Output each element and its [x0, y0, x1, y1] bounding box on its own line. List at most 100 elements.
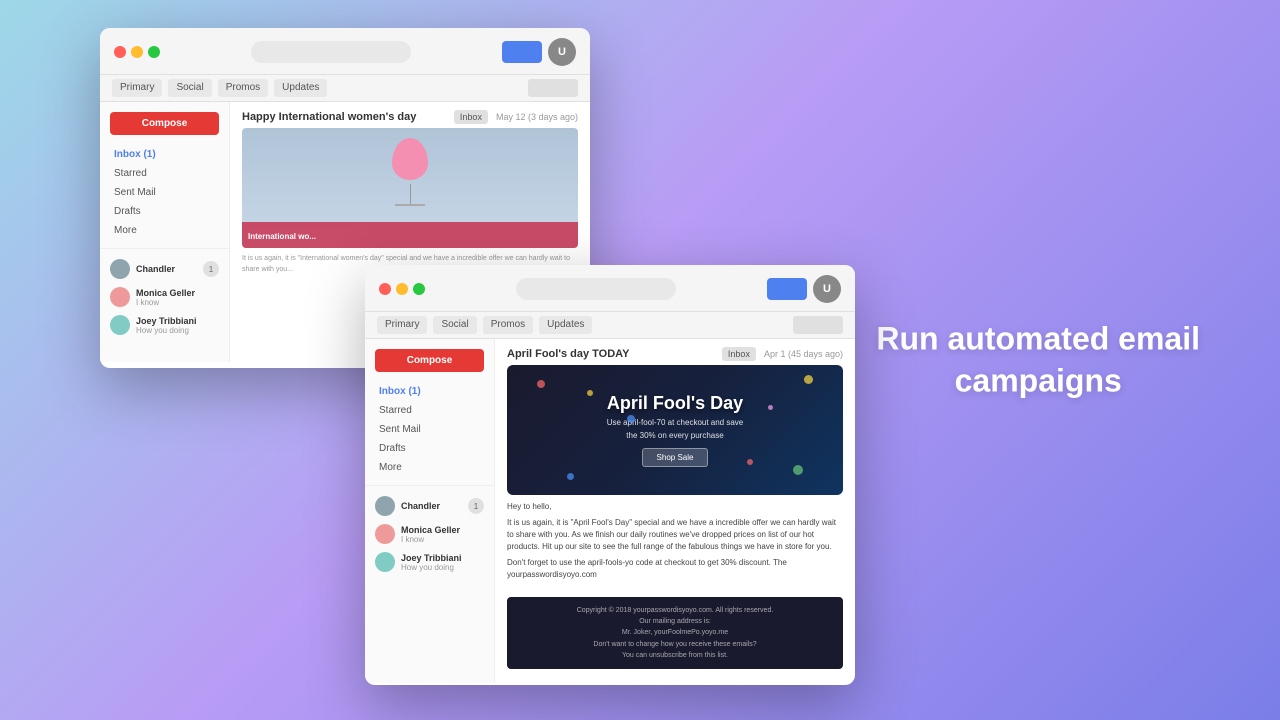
april-fools-banner: April Fool's Day Use april-fool-70 at ch…: [507, 365, 843, 495]
sidebar-inbox-2[interactable]: Inbox (1): [365, 382, 494, 401]
search-bar-2[interactable]: [516, 278, 676, 300]
contact-avatar-chandler-1: [110, 259, 130, 279]
contact-info-chandler-1: Chandler: [136, 264, 197, 274]
promo-text: Run automated email campaigns: [876, 318, 1200, 401]
nav-tab-social-1[interactable]: Social: [168, 79, 211, 97]
footer-line-5: You can unsubscribe from this list.: [515, 650, 835, 661]
contact-info-monica-2: Monica Geller I know: [401, 525, 484, 544]
nav-tab-primary-2[interactable]: Primary: [377, 316, 427, 334]
footer-line-2: Our mailing address is:: [515, 616, 835, 627]
confetti-8: [627, 415, 635, 423]
window-controls-1: [114, 46, 160, 58]
compose-button-1[interactable]: Compose: [110, 112, 219, 135]
email-header-1: Happy International women's day Inbox Ma…: [230, 102, 590, 128]
contact-monica-2[interactable]: Monica Geller I know: [365, 520, 494, 548]
contact-joey-1[interactable]: Joey Tribbiani How you doing: [100, 311, 229, 339]
compose-toolbar-btn-2[interactable]: [767, 278, 807, 300]
promo-line2: campaigns: [955, 362, 1122, 398]
email-para-body: It is us again, it is "April Fool's Day"…: [507, 517, 843, 553]
nav-tab-primary-1[interactable]: Primary: [112, 79, 162, 97]
promo-line1: Run automated email: [876, 320, 1200, 356]
titlebar-1: U: [100, 28, 590, 75]
search-bar-1[interactable]: [251, 41, 411, 63]
shop-sale-button[interactable]: Shop Sale: [642, 448, 709, 467]
contact-info-joey-1: Joey Tribbiani How you doing: [136, 316, 219, 335]
balloon-string: [410, 184, 411, 204]
contact-info-chandler-2: Chandler: [401, 501, 462, 511]
search-area-1: [166, 41, 496, 63]
intl-banner-label: International wo...: [248, 232, 316, 241]
contact-info-joey-2: Joey Tribbiani How you doing: [401, 553, 484, 572]
chair-top: [395, 204, 425, 206]
sidebar-starred-1[interactable]: Starred: [100, 164, 229, 183]
intl-womens-banner: International wo...: [242, 128, 578, 248]
user-avatar-2: U: [813, 275, 841, 303]
banner-title: April Fool's Day: [607, 393, 743, 415]
close-button-2[interactable]: [379, 283, 391, 295]
sidebar-more-1[interactable]: More: [100, 221, 229, 240]
sidebar-more-2[interactable]: More: [365, 458, 494, 477]
email-text-2: Hey to hello, It is us again, it is "Apr…: [495, 495, 855, 591]
minimize-button-2[interactable]: [396, 283, 408, 295]
april-banner-container: April Fool's Day Use april-fool-70 at ch…: [495, 365, 855, 495]
sidebar-2: Compose Inbox (1) Starred Sent Mail Draf…: [365, 339, 495, 683]
confetti-1: [537, 380, 545, 388]
contact-chandler-1[interactable]: Chandler 1: [100, 255, 229, 283]
sidebar-drafts-2[interactable]: Drafts: [365, 439, 494, 458]
user-avatar-1: U: [548, 38, 576, 66]
nav-tab-updates-1[interactable]: Updates: [274, 79, 327, 97]
window-2: U Primary Social Promos Updates Compose …: [365, 265, 855, 685]
nav-tab-spacer-2: [793, 316, 843, 334]
nav-tab-spacer-1: [528, 79, 578, 97]
compose-toolbar-btn-1[interactable]: [502, 41, 542, 63]
confetti-6: [804, 375, 813, 384]
nav-tab-promos-1[interactable]: Promos: [218, 79, 268, 97]
sidebar-inbox-1[interactable]: Inbox (1): [100, 145, 229, 164]
footer-line-3: Mr. Joker, yourFoolmePo.yoyo.me: [515, 627, 835, 638]
sidebar-1: Compose Inbox (1) Starred Sent Mail Draf…: [100, 102, 230, 362]
contact-list-1: Chandler 1 Monica Geller I know Joey Tri…: [100, 248, 229, 339]
email-para-promo: Don't forget to use the april-fools-yo c…: [507, 557, 843, 581]
footer-line-4: Don't want to change how you receive the…: [515, 639, 835, 650]
maximize-button-1[interactable]: [148, 46, 160, 58]
contact-avatar-monica-2: [375, 524, 395, 544]
email-body-2: Compose Inbox (1) Starred Sent Mail Draf…: [365, 339, 855, 683]
confetti-4: [567, 473, 574, 480]
minimize-button-1[interactable]: [131, 46, 143, 58]
footer-line-1: Copyright © 2018 yourpasswordisyoyo.com.…: [515, 605, 835, 616]
sidebar-drafts-1[interactable]: Drafts: [100, 202, 229, 221]
contact-badge-chandler-1: 1: [203, 261, 219, 277]
close-button-1[interactable]: [114, 46, 126, 58]
email-para-greeting: Hey to hello,: [507, 501, 843, 513]
nav-tabs-1: Primary Social Promos Updates: [100, 75, 590, 102]
contact-avatar-monica-1: [110, 287, 130, 307]
contact-monica-1[interactable]: Monica Geller I know: [100, 283, 229, 311]
sidebar-sentmail-1[interactable]: Sent Mail: [100, 183, 229, 202]
nav-tab-promos-2[interactable]: Promos: [483, 316, 533, 334]
confetti-3: [793, 465, 803, 475]
contact-joey-2[interactable]: Joey Tribbiani How you doing: [365, 548, 494, 576]
banner-subtitle-2: the 30% on every purchase: [626, 431, 723, 440]
contact-avatar-joey-1: [110, 315, 130, 335]
nav-tab-social-2[interactable]: Social: [433, 316, 476, 334]
window-controls-2: [379, 283, 425, 295]
contact-list-2: Chandler 1 Monica Geller I know Joey Tri…: [365, 485, 494, 576]
maximize-button-2[interactable]: [413, 283, 425, 295]
contact-info-monica-1: Monica Geller I know: [136, 288, 219, 307]
footer-content: Copyright © 2018 yourpasswordisyoyo.com.…: [515, 605, 835, 661]
contact-avatar-chandler-2: [375, 496, 395, 516]
confetti-7: [747, 459, 753, 465]
compose-button-2[interactable]: Compose: [375, 349, 484, 372]
banner-footer-text: International wo...: [242, 222, 578, 248]
sidebar-sentmail-2[interactable]: Sent Mail: [365, 420, 494, 439]
nav-tab-updates-2[interactable]: Updates: [539, 316, 592, 334]
confetti-5: [768, 405, 773, 410]
nav-tabs-2: Primary Social Promos Updates: [365, 312, 855, 339]
sidebar-starred-2[interactable]: Starred: [365, 401, 494, 420]
contact-chandler-2[interactable]: Chandler 1: [365, 492, 494, 520]
search-area-2: [431, 278, 761, 300]
email-header-2: April Fool's day TODAY Inbox Apr 1 (45 d…: [495, 339, 855, 365]
email-banner-container-1: International wo...: [230, 128, 590, 248]
contact-badge-chandler-2: 1: [468, 498, 484, 514]
balloon-illustration: [392, 138, 428, 180]
